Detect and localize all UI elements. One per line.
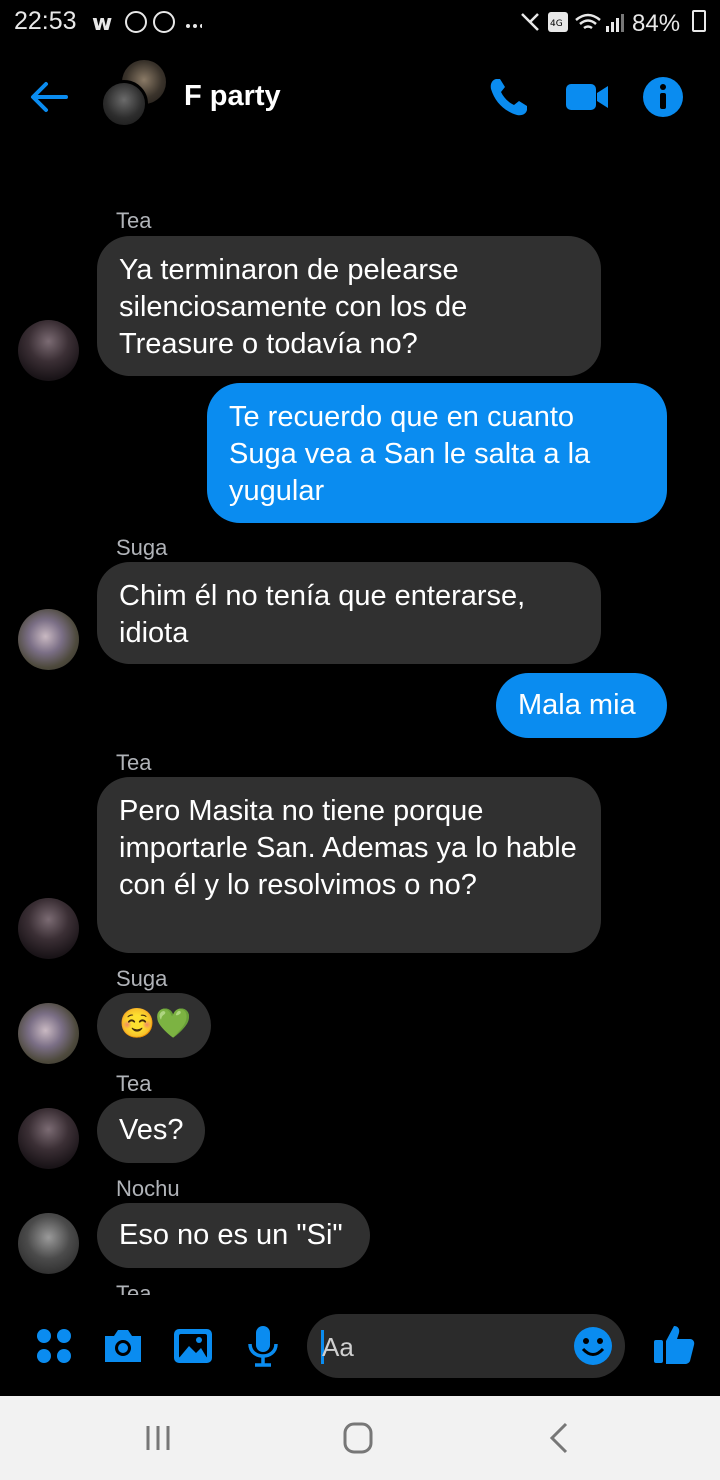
back-arrow-icon[interactable] xyxy=(26,74,72,120)
thumbs-up-icon[interactable] xyxy=(652,1322,696,1366)
system-navigation-bar xyxy=(0,1396,720,1480)
message-input[interactable]: Aa xyxy=(307,1314,625,1378)
battery-icon xyxy=(692,10,706,32)
message-bubble-emoji[interactable]: ☺️💚 xyxy=(97,993,211,1058)
battery-percent: 84% xyxy=(632,10,680,36)
group-member-avatar-2 xyxy=(100,80,148,128)
sender-name: Suga xyxy=(116,966,168,991)
sender-name: Suga xyxy=(116,535,168,560)
message-bubble-outgoing[interactable]: Te recuerdo que en cuanto Suga vea a San… xyxy=(207,383,667,523)
avatar-tea[interactable] xyxy=(18,898,79,959)
camera-icon[interactable] xyxy=(101,1324,145,1368)
message-composer: Aa xyxy=(0,1296,720,1396)
notification-icons-svg: w xyxy=(92,11,204,36)
notification-icons: w xyxy=(92,8,204,42)
home-icon[interactable] xyxy=(336,1418,380,1458)
message-bubble-incoming[interactable]: Ya terminaron de pelearse silenciosament… xyxy=(97,236,601,376)
avatar-tea[interactable] xyxy=(18,1108,79,1169)
avatar-nochu[interactable] xyxy=(18,1213,79,1274)
signal-icons-svg: 4G 84% xyxy=(521,10,680,37)
info-icon[interactable] xyxy=(640,74,686,120)
apps-icon[interactable] xyxy=(32,1324,76,1368)
status-time: 22:53 xyxy=(14,7,77,35)
recent-apps-icon[interactable] xyxy=(136,1418,180,1458)
message-bubble-incoming[interactable]: Ves? xyxy=(97,1098,205,1163)
message-input-placeholder: Aa xyxy=(322,1332,354,1362)
message-bubble-incoming[interactable]: Pero Masita no tiene porque importarle S… xyxy=(97,777,601,953)
sender-name: Tea xyxy=(116,1281,152,1295)
message-bubble-incoming[interactable]: Chim él no tenía que enterarse, idiota xyxy=(97,562,601,664)
sender-name: Tea xyxy=(116,1071,152,1096)
sender-name: Tea xyxy=(116,750,152,775)
chat-header: F party xyxy=(0,44,720,154)
chat-title[interactable]: F party xyxy=(184,80,281,113)
group-avatar[interactable] xyxy=(100,60,170,130)
svg-text:4G: 4G xyxy=(550,19,563,29)
message-bubble-incoming[interactable]: Eso no es un "Si" xyxy=(97,1203,370,1268)
avatar-suga[interactable] xyxy=(18,1003,79,1064)
phone-icon[interactable] xyxy=(486,74,532,120)
video-camera-icon[interactable] xyxy=(564,74,610,120)
microphone-icon[interactable] xyxy=(241,1324,285,1368)
back-nav-icon[interactable] xyxy=(538,1418,582,1458)
avatar-tea[interactable] xyxy=(18,320,79,381)
avatar-suga[interactable] xyxy=(18,609,79,670)
sender-name: Tea xyxy=(116,208,152,233)
svg-text:w: w xyxy=(92,11,118,36)
system-icons: 4G 84% xyxy=(520,8,680,42)
emoji-icon[interactable] xyxy=(573,1326,613,1366)
gallery-icon[interactable] xyxy=(171,1324,215,1368)
sender-name: Nochu xyxy=(116,1176,180,1201)
status-bar: 22:53 w 4G 84% xyxy=(0,0,720,44)
message-bubble-outgoing[interactable]: Mala mia xyxy=(496,673,667,738)
